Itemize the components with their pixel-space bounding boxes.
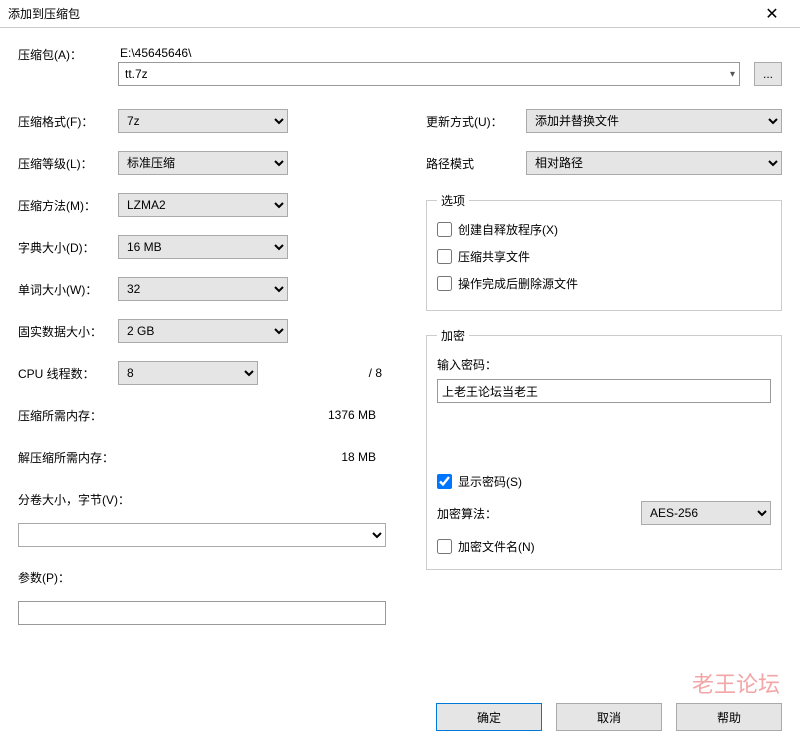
word-label: 单词大小(W)： <box>18 281 118 298</box>
format-select[interactable]: 7z <box>118 109 288 133</box>
opt-delete-checkbox[interactable]: 操作完成后删除源文件 <box>437 275 771 292</box>
encmethod-select[interactable]: AES-256 <box>641 501 771 525</box>
dict-select[interactable]: 16 MB <box>118 235 288 259</box>
split-select[interactable] <box>18 523 386 547</box>
word-select[interactable]: 32 <box>118 277 288 301</box>
archive-file-combo[interactable]: tt.7z ▾ <box>118 62 740 86</box>
cpu-label: CPU 线程数： <box>18 365 118 382</box>
split-label: 分卷大小，字节(V)： <box>18 491 130 508</box>
memd-label: 解压缩所需内存： <box>18 449 138 466</box>
format-label: 压缩格式(F)： <box>18 113 118 130</box>
close-icon[interactable]: ✕ <box>752 4 792 24</box>
password-label: 输入密码： <box>437 356 771 373</box>
opt-sfx-checkbox[interactable]: 创建自释放程序(X) <box>437 221 771 238</box>
update-select[interactable]: 添加并替换文件 <box>526 109 782 133</box>
ok-button[interactable]: 确定 <box>436 703 542 731</box>
chevron-down-icon: ▾ <box>730 69 735 80</box>
encnames-checkbox[interactable]: 加密文件名(N) <box>437 538 771 555</box>
browse-button[interactable]: ... <box>754 62 782 86</box>
memc-value: 1376 MB <box>138 408 386 422</box>
params-input[interactable] <box>18 601 386 625</box>
encryption-legend: 加密 <box>437 327 469 344</box>
cancel-button[interactable]: 取消 <box>556 703 662 731</box>
memd-value: 18 MB <box>138 450 386 464</box>
params-label: 参数(P)： <box>18 569 70 586</box>
titlebar: 添加到压缩包 ✕ <box>0 0 800 28</box>
archive-file-value: tt.7z <box>125 67 148 81</box>
button-bar: 确定 取消 帮助 <box>436 703 782 731</box>
method-label: 压缩方法(M)： <box>18 197 118 214</box>
level-select[interactable]: 标准压缩 <box>118 151 288 175</box>
window-title: 添加到压缩包 <box>8 5 752 22</box>
update-label: 更新方式(U)： <box>426 113 526 130</box>
options-legend: 选项 <box>437 192 469 209</box>
showpwd-checkbox[interactable]: 显示密码(S) <box>437 473 771 490</box>
cpu-total: / 8 <box>266 366 386 380</box>
opt-shared-checkbox[interactable]: 压缩共享文件 <box>437 248 771 265</box>
cpu-select[interactable]: 8 <box>118 361 258 385</box>
watermark-text: 老王论坛 <box>692 667 780 699</box>
left-column: 压缩格式(F)：7z 压缩等级(L)：标准压缩 压缩方法(M)：LZMA2 字典… <box>18 108 386 642</box>
pathmode-select[interactable]: 相对路径 <box>526 151 782 175</box>
encmethod-label: 加密算法： <box>437 505 537 522</box>
level-label: 压缩等级(L)： <box>18 155 118 172</box>
archive-label: 压缩包(A)： <box>18 46 118 63</box>
right-column: 更新方式(U)：添加并替换文件 路径模式相对路径 选项 创建自释放程序(X) 压… <box>426 108 782 642</box>
archive-row: 压缩包(A)： E:\45645646\ tt.7z ▾ ... <box>18 46 782 86</box>
solid-select[interactable]: 2 GB <box>118 319 288 343</box>
options-fieldset: 选项 创建自释放程序(X) 压缩共享文件 操作完成后删除源文件 <box>426 192 782 311</box>
pathmode-label: 路径模式 <box>426 155 526 172</box>
encryption-fieldset: 加密 输入密码： 显示密码(S) 加密算法： AES-256 加密文件名(N) <box>426 327 782 570</box>
memc-label: 压缩所需内存： <box>18 407 138 424</box>
help-button[interactable]: 帮助 <box>676 703 782 731</box>
solid-label: 固实数据大小： <box>18 323 118 340</box>
dict-label: 字典大小(D)： <box>18 239 118 256</box>
archive-path-text: E:\45645646\ <box>120 46 740 60</box>
password-input[interactable] <box>437 379 771 403</box>
method-select[interactable]: LZMA2 <box>118 193 288 217</box>
